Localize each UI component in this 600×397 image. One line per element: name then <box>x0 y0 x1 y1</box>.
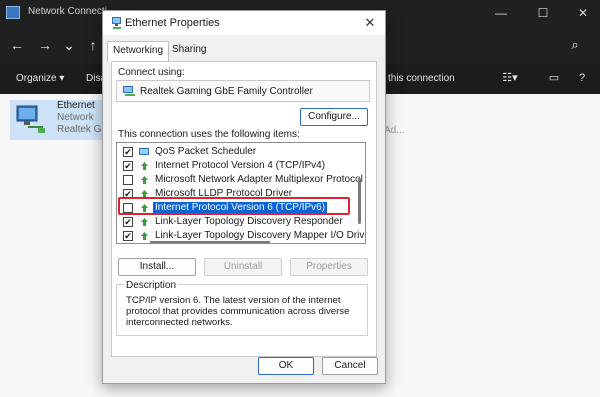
tab-sharing[interactable]: Sharing <box>167 41 211 61</box>
list-item[interactable]: ✔ Link-Layer Topology Discovery Responde… <box>119 215 351 229</box>
cancel-button[interactable]: Cancel <box>322 357 378 375</box>
more-icon[interactable]: ? <box>574 71 590 85</box>
close-window-button[interactable]: ✕ <box>568 4 598 22</box>
connection-action-button[interactable]: this connection <box>388 73 455 84</box>
list-horizontal-scrollbar[interactable] <box>150 241 270 243</box>
connection-name: Ethernet <box>57 100 95 111</box>
checkbox-lltd-responder[interactable]: ✔ <box>123 217 133 227</box>
minimize-button[interactable]: — <box>486 4 516 22</box>
search-icon[interactable]: ⌕ <box>566 36 584 54</box>
explorer-title: Network Connecti <box>28 6 107 17</box>
item-label: Link-Layer Topology Discovery Mapper I/O… <box>155 230 366 241</box>
view-list-icon[interactable]: ☷▾ <box>502 71 518 85</box>
components-list[interactable]: ✔ QoS Packet Scheduler ✔ Internet Protoc… <box>116 142 366 244</box>
description-label: Description <box>124 280 179 291</box>
dialog-title: Ethernet Properties <box>125 17 220 29</box>
close-dialog-button[interactable]: ✕ <box>361 14 379 32</box>
list-item[interactable]: ✔ QoS Packet Scheduler <box>119 145 351 159</box>
checkbox-qos[interactable]: ✔ <box>123 147 133 157</box>
service-icon <box>139 148 149 155</box>
connect-using-label: Connect using: <box>118 67 185 78</box>
network-folder-icon <box>6 6 20 19</box>
items-label: This connection uses the following items… <box>118 129 300 140</box>
description-text: TCP/IP version 6. The latest version of … <box>126 295 350 328</box>
item-label: QoS Packet Scheduler <box>155 146 257 157</box>
protocol-icon <box>141 218 148 226</box>
checkbox-ipv4[interactable]: ✔ <box>123 161 133 171</box>
recent-locations-button[interactable]: ⌄ <box>60 36 78 54</box>
connection-adapter: Realtek Ga <box>57 124 108 135</box>
item-label: Link-Layer Topology Discovery Responder <box>155 216 343 227</box>
install-button[interactable]: Install... <box>118 258 196 276</box>
checkbox-multiplexor[interactable] <box>123 175 133 185</box>
organize-button[interactable]: Organize ▾ <box>16 73 64 84</box>
configure-button[interactable]: Configure... <box>300 108 368 126</box>
item-label: Internet Protocol Version 4 (TCP/IPv4) <box>155 160 326 171</box>
protocol-icon <box>141 176 148 184</box>
ok-button[interactable]: OK <box>258 357 314 375</box>
protocol-icon <box>141 232 148 240</box>
maximize-button[interactable]: ☐ <box>528 4 558 22</box>
dialog-titlebar: Ethernet Properties ✕ <box>103 11 385 35</box>
list-vertical-scrollbar[interactable] <box>358 178 361 224</box>
adapter-name: Realtek Gaming GbE Family Controller <box>140 86 313 97</box>
connection-network: Network <box>57 112 94 123</box>
back-button[interactable]: ← <box>8 36 26 54</box>
list-item[interactable]: Microsoft Network Adapter Multiplexor Pr… <box>119 173 363 187</box>
tab-networking[interactable]: Networking <box>107 41 170 62</box>
protocol-icon <box>141 162 148 170</box>
network-adapter-icon <box>16 105 45 133</box>
background-truncated-text: Ad... <box>384 125 405 136</box>
properties-button[interactable]: Properties <box>290 258 368 276</box>
list-item[interactable]: ✔ Internet Protocol Version 4 (TCP/IPv4) <box>119 159 351 173</box>
forward-button[interactable]: → <box>36 36 54 54</box>
item-label: Microsoft Network Adapter Multiplexor Pr… <box>155 174 363 185</box>
network-card-icon <box>123 86 135 96</box>
details-pane-icon[interactable]: ▭ <box>546 71 562 85</box>
ipv6-highlight-box <box>118 197 350 215</box>
checkbox-lltd-mapper[interactable]: ✔ <box>123 231 133 241</box>
network-adapter-icon <box>112 17 121 29</box>
up-button[interactable]: ↑ <box>84 36 102 54</box>
uninstall-button[interactable]: Uninstall <box>204 258 282 276</box>
